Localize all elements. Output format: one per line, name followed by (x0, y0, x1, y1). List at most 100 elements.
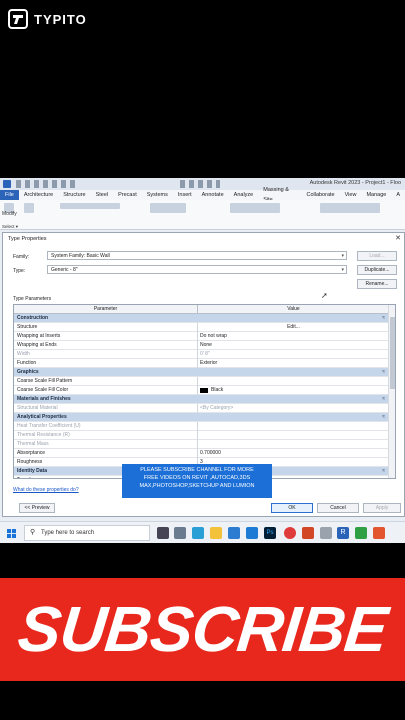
table-row[interactable]: Width 0' 8" (14, 350, 389, 359)
autocad-icon[interactable] (373, 527, 385, 539)
clipboard-tools[interactable] (60, 203, 120, 209)
tab-collaborate[interactable]: Collaborate (301, 190, 339, 200)
duplicate-button[interactable]: Duplicate... (357, 265, 397, 275)
tab-architecture[interactable]: Architecture (19, 190, 58, 200)
tab-systems[interactable]: Systems (142, 190, 173, 200)
table-row[interactable]: Function Exterior (14, 359, 389, 368)
subscribe-banner[interactable]: SUBSCRIBE (0, 578, 405, 681)
revit-app-icon[interactable] (3, 180, 11, 188)
parameter-value[interactable]: 0.700000 (200, 449, 221, 458)
ribbon-tabs: File Architecture Structure Steel Precast Sys… (0, 187, 405, 203)
apply-button[interactable]: Apply (363, 503, 401, 513)
banner-line: PLEASE SUBSCRIBE CHANNEL FOR MORE (140, 467, 254, 473)
dialog-title: Type Properties (8, 236, 47, 242)
cancel-button[interactable]: Cancel (317, 503, 359, 513)
ribbon-select-label[interactable]: Select ▾ (2, 224, 18, 230)
typito-logo-icon (8, 9, 28, 29)
parameter-name: Structural Material (17, 405, 58, 411)
revit-taskbar-icon[interactable]: R (337, 527, 349, 539)
vertical-scrollbar[interactable] (388, 305, 395, 478)
scrollbar-thumb[interactable] (390, 317, 395, 389)
edge-icon[interactable] (192, 527, 204, 539)
column-value: Value (287, 306, 300, 312)
column-divider (197, 359, 198, 368)
paste-icon[interactable] (24, 203, 34, 213)
table-row[interactable]: Thermal Mass (14, 440, 389, 449)
table-row[interactable]: Wrapping at Ends None (14, 341, 389, 350)
parameter-value[interactable]: 0' 8" (200, 350, 210, 359)
windows-taskbar: ⚲ Type here to search Ps R (0, 521, 405, 543)
task-view-icon[interactable] (157, 527, 169, 539)
parameter-name: Absorptance (17, 450, 46, 456)
table-header: Parameter Value (14, 305, 389, 314)
quick-access-toolbar: Autodesk Revit 2023 - Project1 - Floo (0, 178, 405, 190)
collapse-icon[interactable]: ≈ (382, 368, 385, 377)
tab-annotate[interactable]: Annotate (197, 190, 229, 200)
parameter-value[interactable]: <By Category> (200, 404, 233, 413)
parameters-table: Parameter Value Construction ≈ Structure Ed… (13, 304, 396, 479)
camtasia-icon[interactable] (355, 527, 367, 539)
preview-button[interactable]: << Preview (19, 503, 55, 513)
tab-structure[interactable]: Structure (58, 190, 90, 200)
collapse-icon[interactable]: ≈ (382, 413, 385, 422)
table-row[interactable]: Structure Edit... (14, 323, 389, 332)
typito-logo: TYPITO (8, 8, 87, 30)
parameter-value[interactable]: None (200, 341, 212, 350)
collapse-icon[interactable]: ≈ (382, 395, 385, 404)
windows-start-icon[interactable] (7, 529, 16, 538)
subscribe-overlay-banner: PLEASE SUBSCRIBE CHANNEL FOR MORE FREE V… (122, 464, 272, 498)
type-value: Generic - 8" (51, 267, 78, 273)
opera-icon[interactable] (284, 527, 296, 539)
tab-a[interactable]: A (391, 190, 405, 200)
word-icon[interactable] (246, 527, 258, 539)
tab-steel[interactable]: Steel (91, 190, 114, 200)
table-group-row[interactable]: Materials and Finishes ≈ (14, 395, 389, 404)
collapse-icon[interactable]: ≈ (382, 314, 385, 323)
taskbar-search-box[interactable]: ⚲ Type here to search (24, 525, 150, 541)
family-select[interactable]: System Family: Basic Wall ▾ (47, 251, 347, 260)
tab-file[interactable]: File (0, 190, 19, 200)
tab-analyze[interactable]: Analyze (229, 190, 259, 200)
table-row[interactable]: Structural Material <By Category> (14, 404, 389, 413)
collapse-icon[interactable]: ≈ (382, 467, 385, 476)
parameter-name: Wrapping at Inserts (17, 333, 61, 339)
parameter-name: Graphics (17, 369, 39, 375)
rename-button[interactable]: Rename... (357, 279, 397, 289)
table-row[interactable]: Absorptance 0.700000 (14, 449, 389, 458)
parameter-value[interactable]: Exterior (200, 359, 217, 368)
parameter-value[interactable]: Do not wrap (200, 332, 227, 341)
load-button[interactable]: Load... (357, 251, 397, 261)
app-icon[interactable] (320, 527, 332, 539)
help-link[interactable]: What do these properties do? (13, 487, 79, 493)
parameter-value[interactable]: Edit... (198, 323, 389, 332)
search-placeholder: Type here to search (41, 530, 95, 536)
parameter-value[interactable]: Black (211, 386, 223, 395)
table-row[interactable]: Coarse Scale Fill Pattern (14, 377, 389, 386)
quick-access-icons-2[interactable] (180, 180, 220, 188)
table-row[interactable]: Thermal Resistance (R) (14, 431, 389, 440)
table-row[interactable]: Coarse Scale Fill Color Black (14, 386, 389, 395)
quick-access-icons[interactable] (16, 180, 76, 188)
close-icon[interactable]: ✕ (395, 234, 401, 242)
widgets-icon[interactable] (174, 527, 186, 539)
parameter-name: Type Image (17, 476, 43, 478)
table-row[interactable]: Heat Transfer Coefficient (U) (14, 422, 389, 431)
modify-icons[interactable] (230, 203, 280, 213)
photoshop-icon[interactable]: Ps (264, 527, 276, 539)
tab-view[interactable]: View (340, 190, 362, 200)
powerpoint-icon[interactable] (302, 527, 314, 539)
type-select[interactable]: Generic - 8" ▾ (47, 265, 347, 274)
tab-manage[interactable]: Manage (361, 190, 391, 200)
table-group-row[interactable]: Graphics ≈ (14, 368, 389, 377)
store-icon[interactable] (228, 527, 240, 539)
tab-insert[interactable]: Insert (173, 190, 197, 200)
ok-button[interactable]: OK (271, 503, 313, 513)
geometry-icons[interactable] (150, 203, 186, 213)
mouse-cursor-icon: ➚ (321, 291, 328, 300)
file-explorer-icon[interactable] (210, 527, 222, 539)
tab-precast[interactable]: Precast (113, 190, 142, 200)
table-row[interactable]: Wrapping at Inserts Do not wrap (14, 332, 389, 341)
table-group-row[interactable]: Analytical Properties ≈ (14, 413, 389, 422)
table-group-row[interactable]: Construction ≈ (14, 314, 389, 323)
view-icons[interactable] (320, 203, 380, 213)
